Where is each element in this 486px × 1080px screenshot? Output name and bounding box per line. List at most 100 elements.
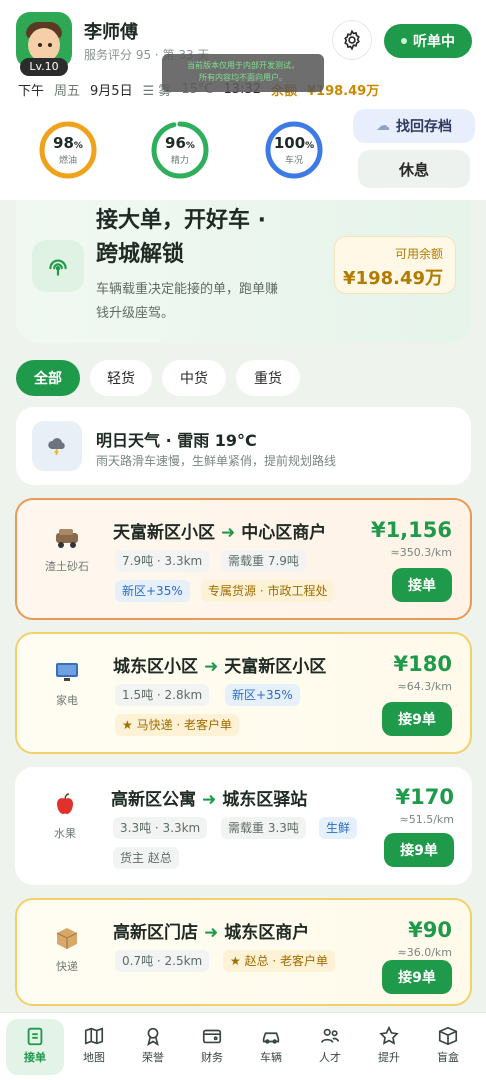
tab-upgrade[interactable]: 提升 [360,1019,418,1075]
listening-dot-icon [401,38,407,44]
accept-order-button[interactable]: 接9单 [384,833,454,867]
gauge-energy: 96% 精力 [150,120,210,180]
gauge-value: 96 [165,134,186,152]
star-icon [379,1025,399,1045]
gauge-unit: % [73,141,83,151]
order-category: 渣土砂石 [45,560,89,573]
order-from: 天富新区小区 [113,523,215,543]
signal-icon [49,259,67,276]
package-icon [53,924,81,952]
filter-light[interactable]: 轻货 [90,360,152,396]
order-tag: 需载重 3.3吨 [221,817,306,839]
order-from: 城东区小区 [113,657,198,677]
hero-title: 接大单，开好车 · 跨城解锁 [96,204,326,272]
header: Lv.10 李师傅 服务评分 95 · 第 33 天 听单中 下午 周五 9月5… [0,0,486,200]
filter-medium[interactable]: 中货 [162,360,226,396]
order-route: 高新区公寓 ➜ 城东区驿站 [111,785,307,810]
tab-label: 提升 [378,1051,400,1064]
order-category: 快递 [56,960,78,973]
order-card[interactable]: 渣土砂石 天富新区小区 ➜ 中心区商户 7.9吨 · 3.3km 需载重 7.9吨 … [15,498,472,620]
order-tag: 0.7吨 · 2.5km [115,950,210,972]
order-price-per-km: ≈64.3/km [397,680,452,693]
dump-truck-icon [53,524,81,552]
tab-label: 盲盒 [437,1051,459,1064]
status-date: 9月5日 [90,83,133,99]
listen-toggle-button[interactable]: 听单中 [384,24,472,58]
accept-order-button[interactable]: 接单 [392,568,452,602]
gauge-unit: % [185,141,195,151]
toast-line: 当前版本仅用于内部开发测试， [187,61,299,70]
tab-label: 人才 [319,1051,341,1064]
tab-label: 地图 [83,1051,105,1064]
tab-label: 接单 [24,1051,46,1064]
recover-save-button[interactable]: ☁ 找回存档 [353,109,475,143]
order-tag: 1.5吨 · 2.8km [115,684,210,706]
toast-line: 所有内容均不面向用户。 [199,73,287,82]
tab-map[interactable]: 地图 [65,1019,123,1075]
hero-title-line: 跨城解锁 [96,242,185,267]
listen-label: 听单中 [413,34,455,50]
hero-icon-box [32,240,84,292]
order-from: 高新区门店 [113,923,198,943]
clipboard-icon [27,1027,43,1046]
order-card[interactable]: 快递 高新区门店 ➜ 城东区商户 0.7吨 · 2.5km ★ 赵总 · 老客户单 … [15,898,472,1006]
order-tag: 需载重 7.9吨 [221,550,306,572]
order-route: 天富新区小区 ➜ 中心区商户 [113,518,326,543]
gauge-unit: % [305,141,315,151]
accept-order-button[interactable]: 接9单 [382,702,452,736]
avatar-eye-left [38,43,42,47]
settings-button[interactable] [332,20,372,60]
tab-finance[interactable]: 财务 [183,1019,241,1075]
tab-vehicle[interactable]: 车辆 [242,1019,300,1075]
driver-name: 李师傅 [84,22,138,43]
bottom-tab-bar: 接单 地图 荣誉 财务 车辆 人才 提升 盲盒 [0,1012,486,1080]
order-price-per-km: ≈51.5/km [399,813,454,826]
tab-label: 荣誉 [142,1051,164,1064]
available-balance-label: 可用余额 [394,247,443,261]
order-card[interactable]: 水果 高新区公寓 ➜ 城东区驿站 3.3吨 · 3.3km 需载重 3.3吨 生鲜 … [15,767,472,885]
gauge-vehicle: 100% 车况 [264,120,324,180]
arrow-right-icon: ➜ [221,523,236,543]
filter-heavy[interactable]: 重货 [236,360,300,396]
order-to: 城东区驿站 [222,790,308,810]
hero-desc-line: 钱升级座驾。 [96,306,175,321]
arrow-right-icon: ➜ [204,657,219,677]
filter-all[interactable]: 全部 [16,360,80,396]
gauge-value: 98 [53,134,74,152]
avatar-eye-right [48,43,52,47]
order-tag: 7.9吨 · 3.3km [115,550,210,572]
rest-button[interactable]: 休息 [358,150,470,188]
tab-blindbox[interactable]: 盲盒 [419,1019,477,1075]
weather-title: 明日天气 · 雷雨 19°C [96,431,257,450]
order-tag: 3.3吨 · 3.3km [113,817,208,839]
tv-icon [53,658,81,686]
arrow-right-icon: ➜ [204,923,219,943]
tab-label: 财务 [201,1051,223,1064]
avatar-face [28,28,60,62]
order-tag: 专属货源 · 市政工程处 [201,580,335,602]
order-price: ¥170 [395,785,454,809]
order-card[interactable]: 家电 城东区小区 ➜ 天富新区小区 1.5吨 · 2.8km 新区+35% ★ 马快… [15,632,472,754]
map-icon [84,1027,104,1045]
apple-icon [51,791,79,819]
gauge-label: 精力 [170,156,189,166]
gear-icon [344,29,360,51]
accept-order-button[interactable]: 接9单 [382,960,452,994]
tab-talent[interactable]: 人才 [301,1019,359,1075]
available-balance-value: ¥198.49万 [343,268,443,289]
order-route: 城东区小区 ➜ 天富新区小区 [113,652,326,677]
level-badge: Lv.10 [20,58,68,76]
thunderstorm-icon [48,438,65,456]
tab-orders[interactable]: 接单 [6,1019,64,1075]
gauge-fuel: 98% 燃油 [38,120,98,180]
hero-card: 接大单，开好车 · 跨城解锁 车辆载重决定能接的单，跑单赚 钱升级座驾。 可用余… [16,200,471,343]
gauge-label: 车况 [284,156,303,166]
order-tag: 生鲜 [319,817,358,839]
order-from: 高新区公寓 [111,790,196,810]
gauge-label: 燃油 [58,156,77,166]
order-to: 天富新区小区 [224,657,327,677]
order-category: 水果 [54,827,76,840]
tab-honor[interactable]: 荣誉 [124,1019,182,1075]
available-balance-box: 可用余额 ¥198.49万 [334,236,456,294]
order-tag: 货主 赵总 [113,847,179,869]
